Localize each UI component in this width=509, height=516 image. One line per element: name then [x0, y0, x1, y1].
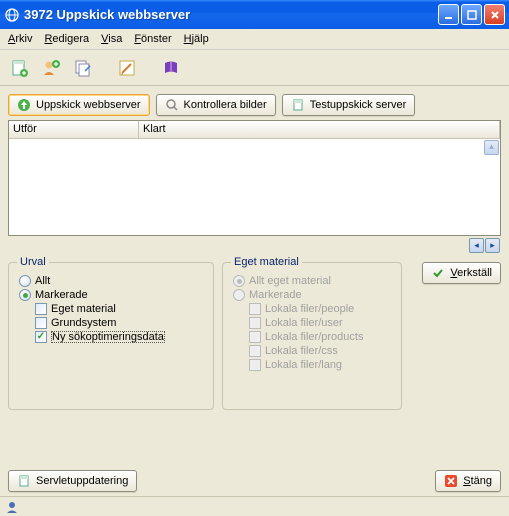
- tool-edit-icon[interactable]: [114, 55, 140, 81]
- check-css: [249, 345, 261, 357]
- window-title: 3972 Uppskick webbserver: [24, 7, 436, 22]
- verkstall-button[interactable]: Verkställ: [422, 262, 501, 284]
- label-products: Lokala filer/products: [265, 331, 363, 343]
- toolbar: [0, 50, 509, 86]
- label-allt-eget: Allt eget material: [249, 275, 331, 287]
- kontrollera-label: Kontrollera bilder: [184, 99, 267, 111]
- scroll-up-icon[interactable]: ▴: [484, 140, 499, 155]
- list-header: Utför Klart: [9, 121, 500, 139]
- menu-arkiv[interactable]: Arkiv: [8, 33, 32, 45]
- eget-group: Eget material Allt eget material Markera…: [222, 262, 402, 410]
- tool-doc-icon[interactable]: [6, 55, 32, 81]
- doc-icon: [291, 98, 305, 112]
- urval-legend: Urval: [17, 256, 49, 268]
- testuppskick-button[interactable]: Testuppskick server: [282, 94, 416, 116]
- action-row: Uppskick webbserver Kontrollera bilder T…: [0, 86, 509, 120]
- label-people: Lokala filer/people: [265, 303, 354, 315]
- check-icon: [431, 266, 445, 280]
- servletuppdatering-button[interactable]: Servletuppdatering: [8, 470, 137, 492]
- doc-icon: [17, 474, 31, 488]
- stang-label: Stäng: [463, 475, 492, 487]
- label-markerade: Markerade: [35, 289, 88, 301]
- label-lang: Lokala filer/lang: [265, 359, 342, 371]
- menubar: Arkiv Redigera Visa Fönster Hjälp: [0, 29, 509, 50]
- check-products: [249, 331, 261, 343]
- close-button[interactable]: [484, 4, 505, 25]
- menu-hjalp[interactable]: Hjälp: [184, 33, 209, 45]
- upload-icon: [17, 98, 31, 112]
- verkstall-label: Verkställ: [450, 267, 492, 279]
- check-eget-material[interactable]: [35, 303, 47, 315]
- statusbar: [0, 496, 509, 516]
- servletuppdatering-label: Servletuppdatering: [36, 475, 128, 487]
- label-eget-markerade: Markerade: [249, 289, 302, 301]
- testuppskick-label: Testuppskick server: [310, 99, 407, 111]
- minimize-button[interactable]: [438, 4, 459, 25]
- radio-allt-eget: [233, 275, 245, 287]
- check-grundsystem[interactable]: [35, 317, 47, 329]
- col-utfor[interactable]: Utför: [9, 121, 139, 138]
- radio-allt[interactable]: [19, 275, 31, 287]
- col-klart[interactable]: Klart: [139, 121, 500, 138]
- scroll-right-icon[interactable]: ▸: [485, 238, 500, 253]
- check-user: [249, 317, 261, 329]
- label-css: Lokala filer/css: [265, 345, 338, 357]
- search-icon: [165, 98, 179, 112]
- scroll-left-icon[interactable]: ◂: [469, 238, 484, 253]
- label-grundsystem: Grundsystem: [51, 317, 116, 329]
- radio-markerade[interactable]: [19, 289, 31, 301]
- tool-copy-icon[interactable]: [70, 55, 96, 81]
- maximize-button[interactable]: [461, 4, 482, 25]
- tool-book-icon[interactable]: [158, 55, 184, 81]
- x-icon: [444, 474, 458, 488]
- uppskick-label: Uppskick webbserver: [36, 99, 141, 111]
- menu-visa[interactable]: Visa: [101, 33, 122, 45]
- eget-legend: Eget material: [231, 256, 302, 268]
- uppskick-button[interactable]: Uppskick webbserver: [8, 94, 150, 116]
- stang-button[interactable]: Stäng: [435, 470, 501, 492]
- titlebar: 3972 Uppskick webbserver: [0, 0, 509, 29]
- label-eget-material: Eget material: [51, 303, 116, 315]
- menu-redigera[interactable]: Redigera: [44, 33, 89, 45]
- label-allt: Allt: [35, 275, 50, 287]
- label-user: Lokala filer/user: [265, 317, 343, 329]
- menu-fonster[interactable]: Fönster: [134, 33, 171, 45]
- tool-user-icon[interactable]: [38, 55, 64, 81]
- list-area: Utför Klart ▴ ◂ ▸: [8, 120, 501, 236]
- radio-eget-markerade: [233, 289, 245, 301]
- urval-group: Urval Allt Markerade Eget material Grund…: [8, 262, 214, 410]
- check-lang: [249, 359, 261, 371]
- check-ny-seo[interactable]: [35, 331, 47, 343]
- label-ny-seo: Ny sökoptimeringsdata: [51, 331, 165, 343]
- status-user-icon: [4, 499, 20, 515]
- check-people: [249, 303, 261, 315]
- kontrollera-button[interactable]: Kontrollera bilder: [156, 94, 276, 116]
- app-icon: [4, 7, 20, 23]
